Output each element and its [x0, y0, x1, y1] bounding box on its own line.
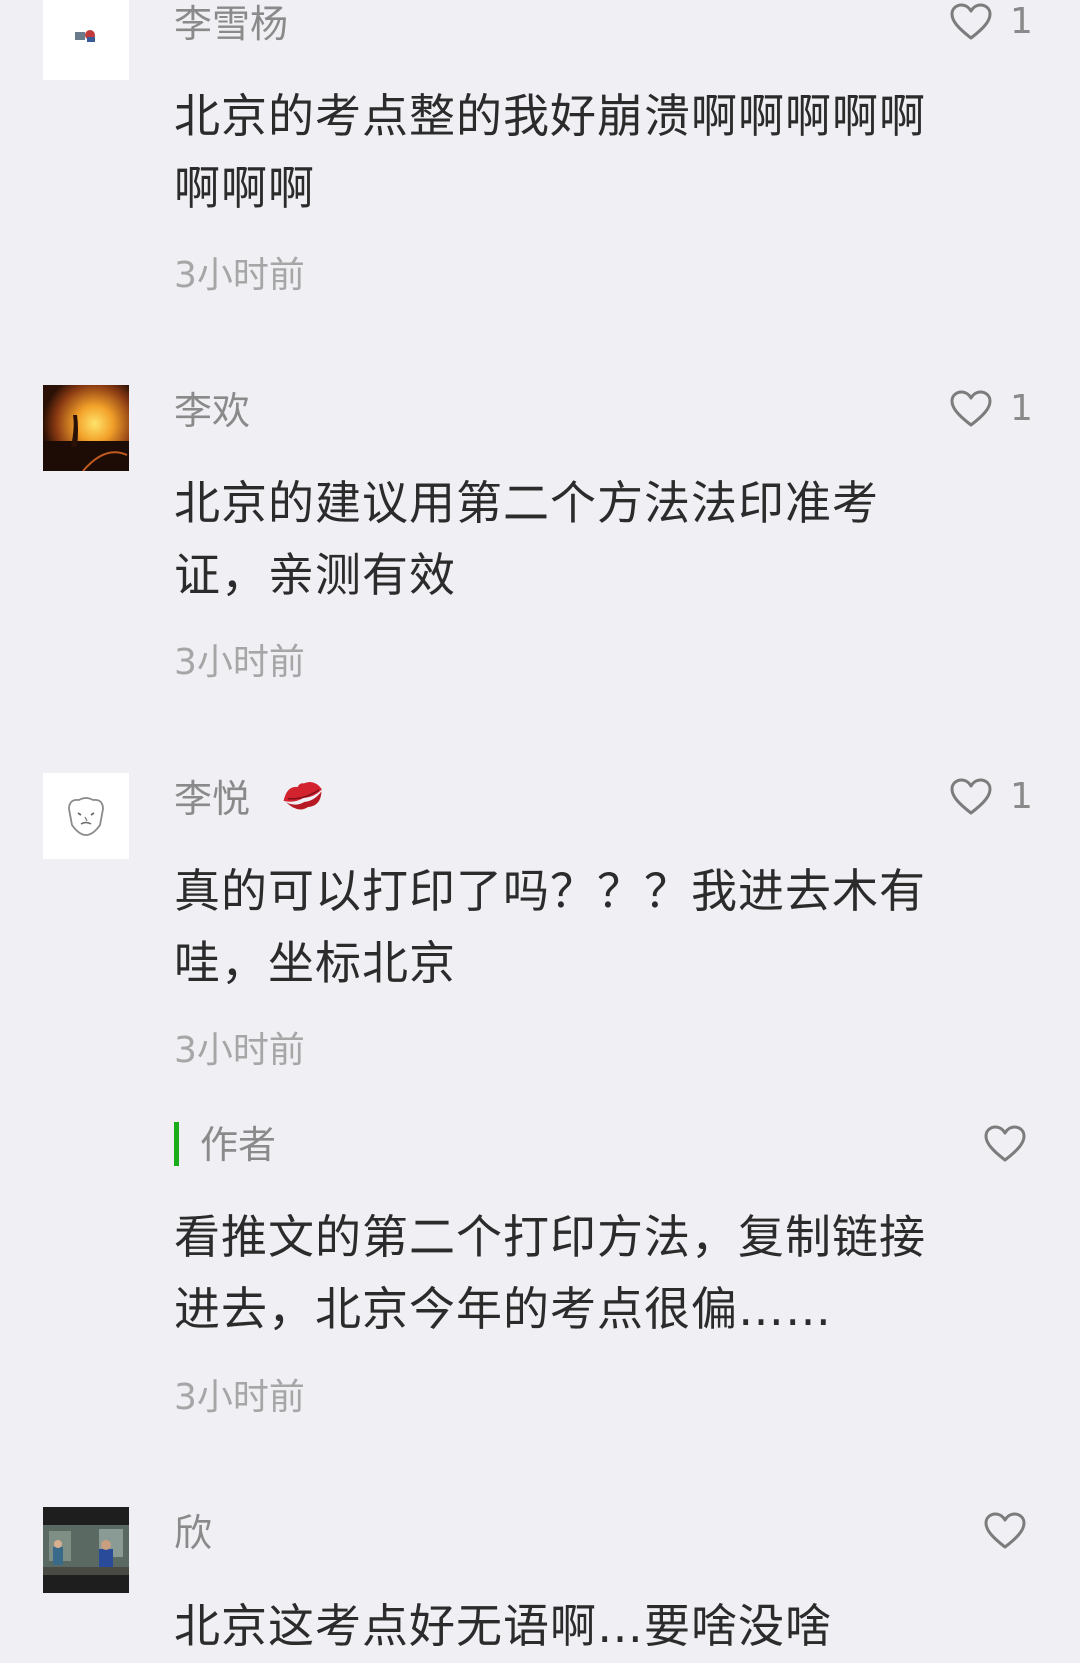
comment-text: 真的可以打印了吗？？？我进去木有 哇，坐标北京 [174, 864, 926, 990]
like-button[interactable] [984, 1512, 1026, 1550]
heart-icon [950, 778, 992, 815]
avatar-sunset-photo [43, 385, 129, 471]
comment-text: 北京的建议用第二个方法法印准考 证，亲测有效 [174, 476, 879, 602]
avatar-street-photo [43, 1507, 129, 1593]
like-count: 1 [1010, 1, 1033, 42]
author-reply-bar [174, 1122, 179, 1166]
comment-time: 3小时前 [174, 255, 305, 296]
kiss-emoji-icon [280, 776, 326, 828]
like-button[interactable]: 1 [950, 2, 1033, 42]
reply-author: 作者 [200, 1123, 277, 1167]
heart-icon [950, 390, 992, 427]
comment-author[interactable]: 欣 [174, 1508, 212, 1558]
like-button[interactable] [984, 1125, 1026, 1163]
avatar[interactable] [43, 385, 129, 471]
avatar-cartoon-face [68, 797, 104, 836]
avatar[interactable] [43, 773, 129, 859]
like-count: 1 [1010, 776, 1033, 817]
comment-time: 3小时前 [174, 642, 305, 683]
comment-text: 北京的考点整的我好崩溃啊啊啊啊啊 啊啊啊 [174, 89, 926, 215]
heart-icon [950, 3, 992, 40]
comment-time: 3小时前 [174, 1030, 305, 1071]
heart-icon [984, 1125, 1026, 1162]
like-button[interactable]: 1 [950, 389, 1033, 429]
like-count: 1 [1010, 388, 1033, 429]
avatar-sticker-icon [75, 30, 95, 42]
comment-text: 北京这考点好无语啊…要啥没啥 [174, 1599, 832, 1653]
comment-author[interactable]: 李欢 [174, 386, 250, 436]
comment-author[interactable]: 李雪杨 [174, 0, 288, 49]
comment-author-name: 李悦 [174, 777, 251, 821]
avatar[interactable] [43, 0, 129, 80]
comment-author[interactable]: 李悦 [174, 774, 326, 828]
heart-icon [984, 1512, 1026, 1549]
like-button[interactable]: 1 [950, 777, 1033, 817]
reply-time: 3小时前 [174, 1377, 305, 1418]
reply-text: 看推文的第二个打印方法，复制链接 进去，北京今年的考点很偏…… [174, 1210, 926, 1336]
avatar[interactable] [43, 1507, 129, 1593]
